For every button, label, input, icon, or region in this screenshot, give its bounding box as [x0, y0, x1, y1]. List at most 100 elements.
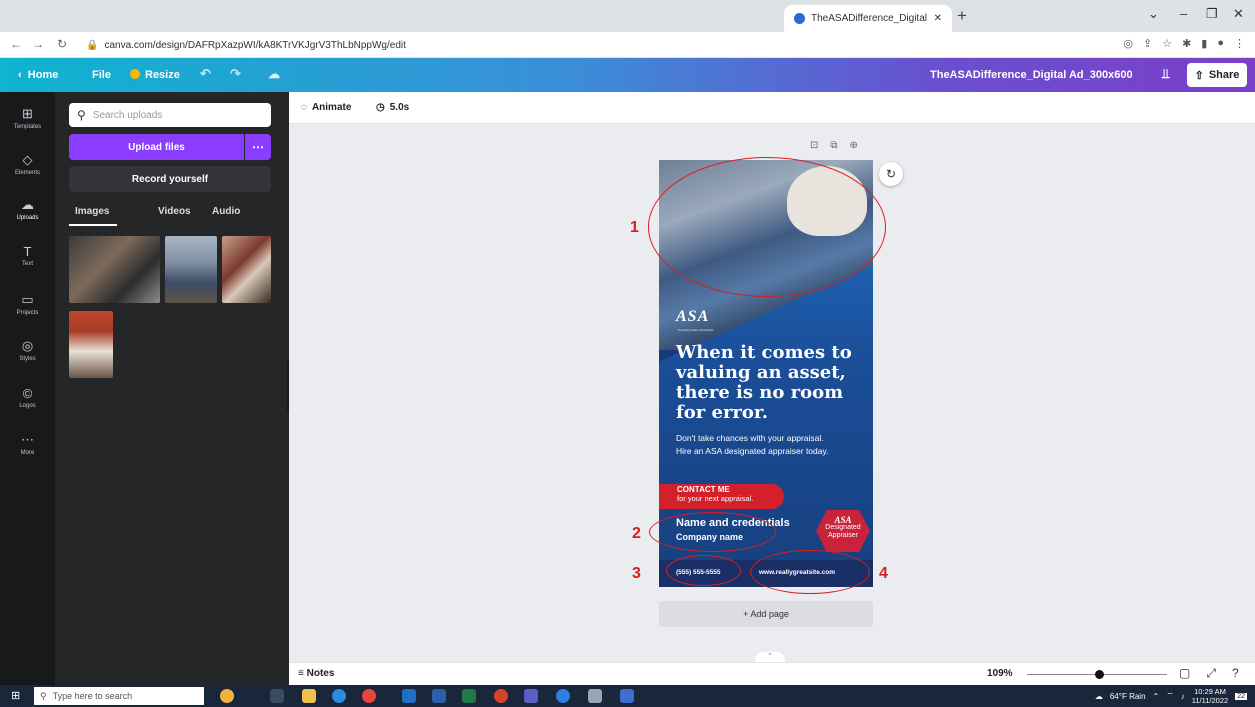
upload-more-button[interactable]: ⋯ [245, 134, 271, 160]
restore-button[interactable]: ❐ [1206, 6, 1218, 22]
animate-button[interactable]: ◌ Animate [301, 102, 351, 113]
extensions-icon[interactable]: ✱ [1182, 37, 1191, 50]
search-input[interactable]: ⚲ Search uploads [69, 103, 271, 127]
search-placeholder: Search uploads [92, 109, 163, 121]
app-icon[interactable] [556, 689, 570, 703]
file-menu[interactable]: File [92, 69, 111, 81]
share-button[interactable]: ⇧ Share [1187, 63, 1247, 87]
security-icon[interactable] [620, 689, 634, 703]
rail-more[interactable]: ⋯ More [0, 432, 55, 456]
powerpoint-icon[interactable] [494, 689, 508, 703]
windows-start-icon[interactable]: ⊞ [11, 689, 20, 702]
bookmark-star-icon[interactable]: ☆ [1162, 37, 1172, 50]
fullscreen-icon[interactable]: ⤢ [1206, 666, 1216, 681]
undo-icon[interactable]: ↶ [200, 66, 211, 82]
tab-images[interactable]: Images [75, 206, 109, 217]
lock-page-icon[interactable]: ⊡ [810, 140, 818, 151]
share-page-icon[interactable]: ⇪ [1143, 37, 1152, 50]
chrome-icon[interactable] [362, 689, 376, 703]
rail-templates[interactable]: ⊞ Templates [0, 106, 55, 130]
tray-chevron-icon[interactable]: ⌃ [1153, 692, 1160, 701]
clock-time: 10:29 AM [1194, 687, 1226, 696]
help-icon[interactable]: ? [1232, 666, 1239, 681]
profile-icon[interactable]: ● [1217, 37, 1224, 50]
weather-icon: ☁ [1094, 691, 1103, 701]
duration-button[interactable]: ◷ 5.0s [376, 102, 409, 113]
rail-uploads[interactable]: ☁ Uploads [0, 197, 55, 221]
volume-icon[interactable]: ♪ [1181, 692, 1185, 701]
home-button[interactable]: ‹ Home [18, 69, 58, 81]
zoom-slider-knob[interactable] [1095, 670, 1105, 679]
network-icon[interactable]: ⌔ [1166, 691, 1174, 701]
regenerate-icon[interactable]: ↻ [879, 162, 903, 186]
weather-text[interactable]: 64°F Rain [1110, 692, 1146, 701]
upload-thumbnail[interactable] [165, 236, 217, 303]
designated-appraiser-badge[interactable]: ASA Designated Appraiser [816, 510, 870, 552]
record-yourself-button[interactable]: Record yourself [69, 166, 271, 192]
pages-expand-handle[interactable]: ⌃ [755, 652, 785, 662]
menu-dots-icon[interactable]: ⋮ [1234, 37, 1245, 50]
annotation-ellipse-3 [666, 555, 741, 586]
cloud-save-icon[interactable]: ☁ [268, 67, 280, 81]
body-text-line-2[interactable]: Hire an ASA designated appraiser today. [676, 446, 828, 456]
edge-icon[interactable] [332, 689, 346, 703]
minimize-button[interactable]: – [1180, 6, 1187, 21]
tab-close-icon[interactable]: ✕ [934, 13, 942, 24]
back-icon[interactable]: ← [10, 37, 22, 51]
rail-logos[interactable]: © Logos [0, 386, 55, 409]
close-window-button[interactable]: ✕ [1233, 6, 1244, 22]
rail-styles[interactable]: ◎ Styles [0, 338, 55, 362]
forward-icon[interactable]: → [32, 37, 44, 51]
rail-label: Uploads [16, 215, 39, 221]
duplicate-page-icon[interactable]: ⧉ [830, 140, 837, 151]
new-tab-button[interactable]: + [957, 6, 967, 26]
design-title[interactable]: TheASADifference_Digital Ad_300x600 [930, 69, 1133, 81]
file-explorer-icon[interactable] [302, 689, 316, 703]
teams-icon[interactable] [524, 689, 538, 703]
tab-audio[interactable]: Audio [212, 206, 240, 217]
taskbar-search-input[interactable]: ⚲ Type here to search [34, 687, 204, 705]
side-rail: ⊞ Templates ◇ Elements ☁ Uploads T Text ▭ Pro… [0, 92, 55, 685]
annotation-number-3: 3 [632, 565, 641, 582]
browser-tab[interactable]: TheASADifference_Digital Ad_30 ✕ [784, 5, 952, 32]
eye-off-icon[interactable]: ◎ [1123, 37, 1133, 50]
animate-label: Animate [311, 102, 352, 113]
tab-videos[interactable]: Videos [158, 206, 191, 217]
uploads-icon: ☁ [21, 197, 34, 212]
excel-icon[interactable] [462, 689, 476, 703]
upload-thumbnail[interactable] [69, 311, 113, 378]
url-field[interactable]: 🔒 canva.com/design/DAFRpXazpWI/kA8KTrVKJ… [86, 36, 406, 54]
upload-thumbnail[interactable] [69, 236, 160, 303]
task-view-icon[interactable] [270, 689, 284, 703]
outlook-icon[interactable] [402, 689, 416, 703]
badge-logo: ASA [834, 515, 852, 525]
reload-icon[interactable]: ↻ [57, 37, 67, 51]
rail-projects[interactable]: ▭ Projects [0, 292, 55, 316]
contact-me-banner[interactable]: CONTACT ME for your next appraisal. [659, 484, 784, 509]
notes-button[interactable]: ≡ Notes [298, 668, 334, 679]
asa-logo[interactable]: ASA [676, 308, 709, 326]
zoom-level[interactable]: 109% [987, 668, 1013, 679]
insights-icon[interactable]: ⫫ [1162, 66, 1169, 82]
page-count-icon[interactable]: ▢ [1179, 666, 1190, 681]
resize-label: Resize [145, 69, 180, 81]
body-text-line-1[interactable]: Don't take chances with your appraisal. [676, 433, 824, 443]
headline-text[interactable]: When it comes to valuing an asset, there… [676, 343, 871, 423]
word-icon[interactable] [432, 689, 446, 703]
redo-icon[interactable]: ↷ [230, 66, 241, 82]
upload-files-button[interactable]: Upload files [69, 134, 244, 160]
notification-badge[interactable]: 22 [1235, 692, 1247, 700]
rail-elements[interactable]: ◇ Elements [0, 152, 55, 176]
resize-button[interactable]: Resize [130, 69, 180, 81]
app-icon[interactable] [588, 689, 602, 703]
rail-text[interactable]: T Text [0, 244, 55, 267]
sidebar-icon[interactable]: ▮ [1201, 37, 1207, 50]
add-page-button[interactable]: + Add page [659, 601, 873, 627]
upload-thumbnail[interactable] [222, 236, 271, 303]
search-icon: ⚲ [77, 108, 86, 122]
tab-search-button[interactable]: ⌄ [1148, 6, 1159, 22]
cortana-icon[interactable] [220, 689, 234, 703]
add-page-icon[interactable]: ⊕ [850, 140, 858, 151]
editor-top-bar: ‹ Home File Resize ↶ ↷ ☁ TheASADifferenc… [0, 58, 1255, 92]
clock[interactable]: 10:29 AM 11/11/2022 [1192, 687, 1228, 705]
